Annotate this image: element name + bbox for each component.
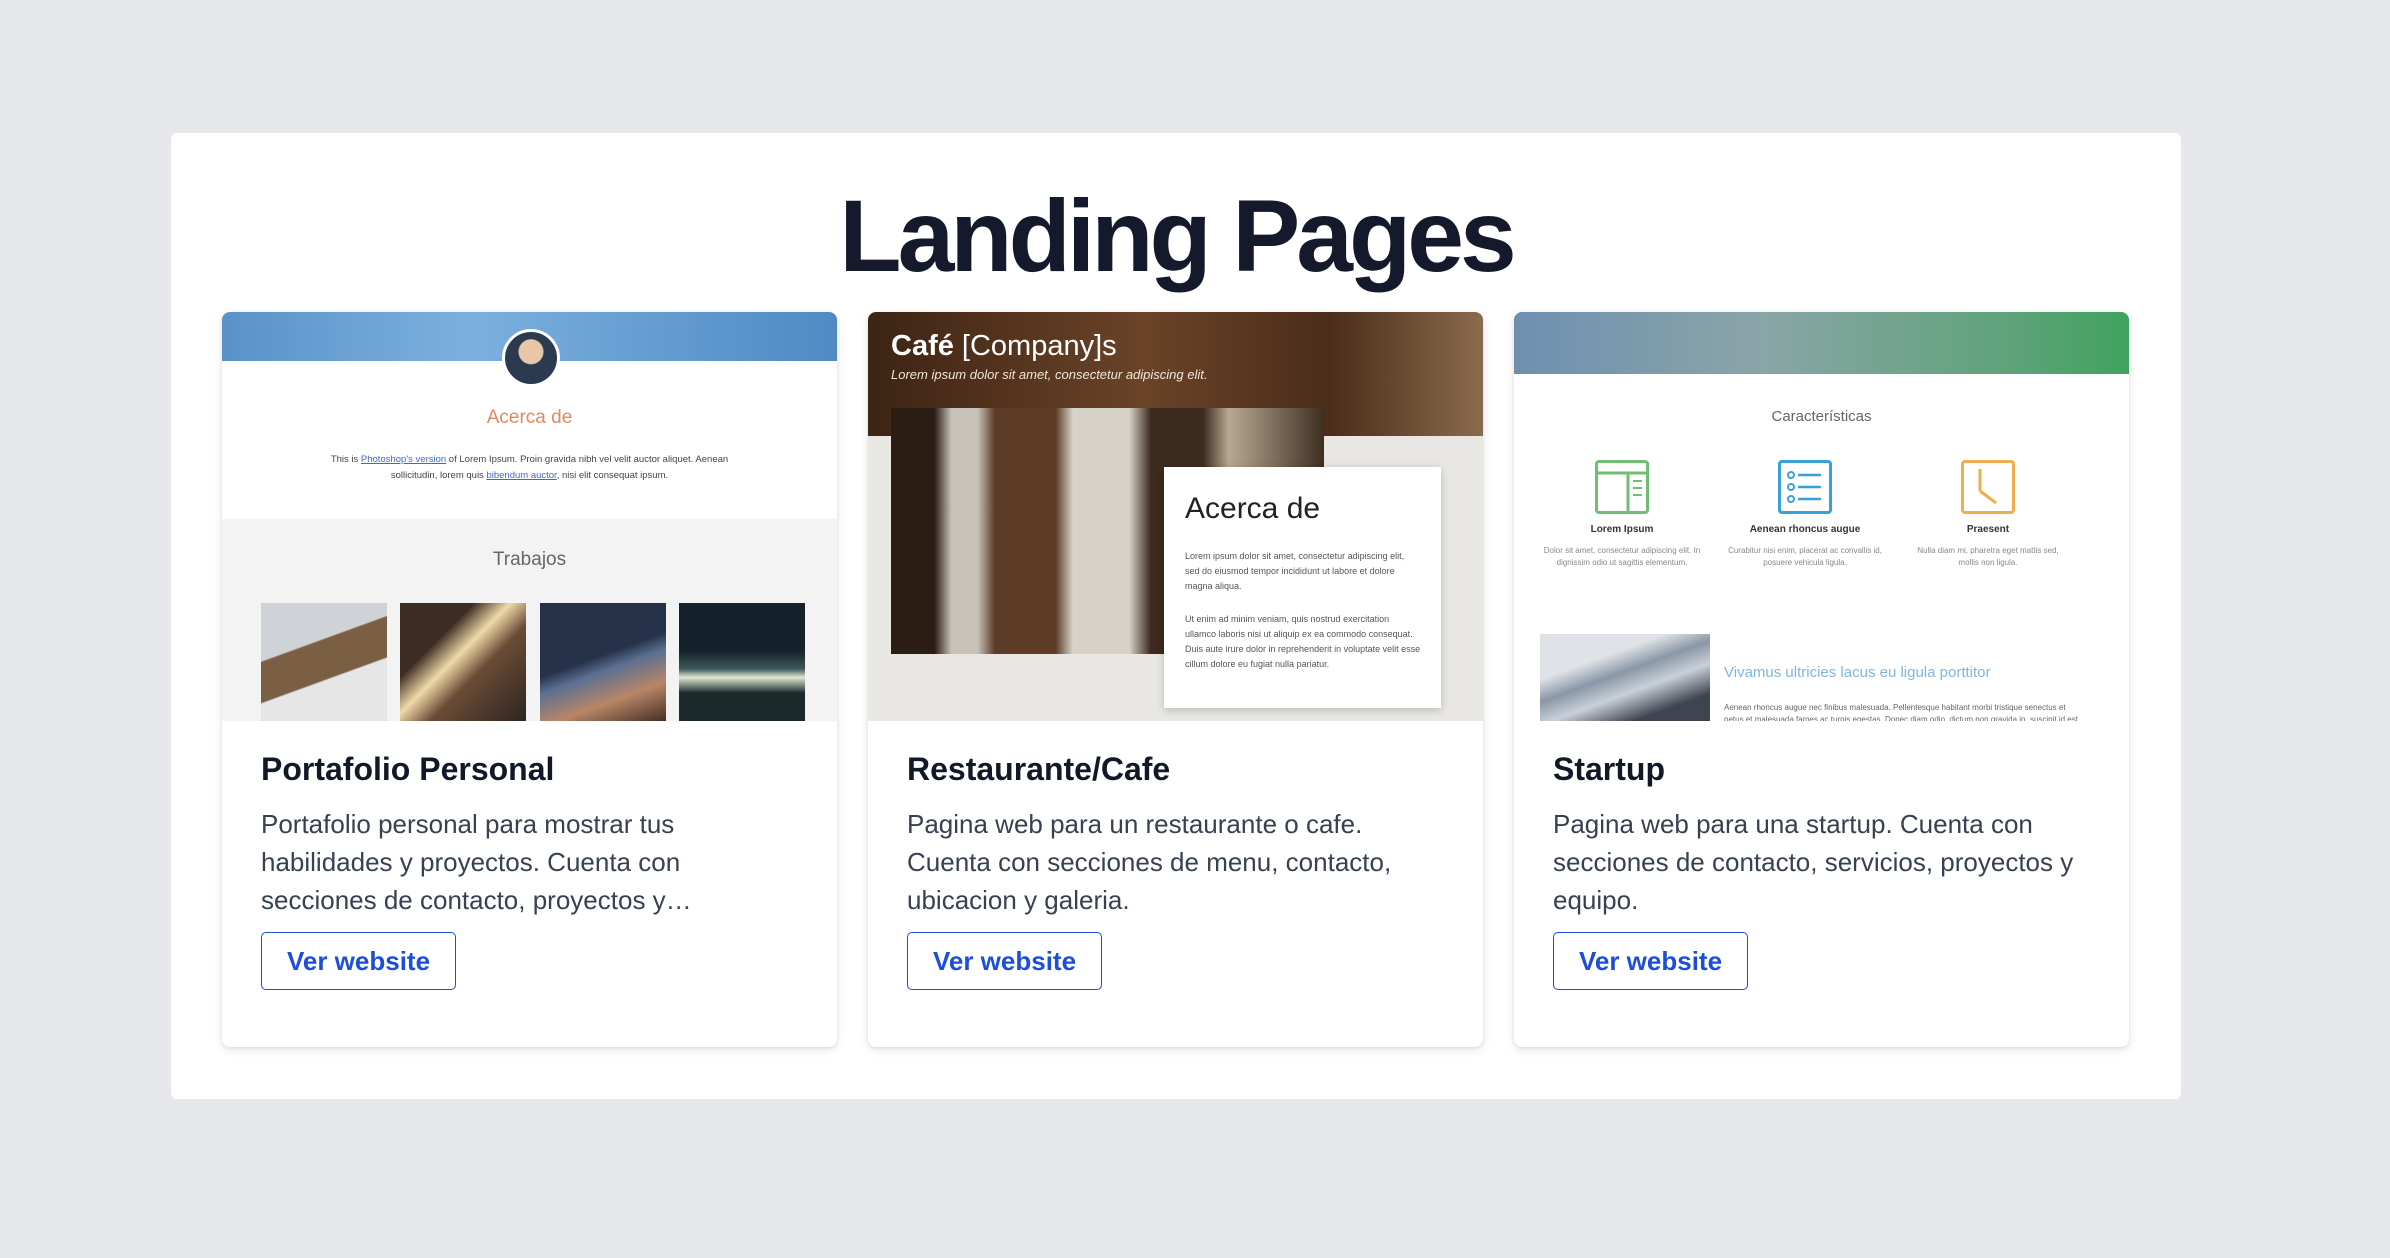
card-description: Pagina web para un restaurante o cafe. C… <box>907 809 1392 915</box>
preview-feature: Praesent Nulla diam mi, pharetra eget ma… <box>1908 460 2068 569</box>
preview-link: bibendum auctor <box>486 470 557 481</box>
card-description: Portafolio personal para mostrar tus hab… <box>261 809 692 915</box>
preview-feature-desc: Nulla diam mi, pharetra eget mattis sed,… <box>1917 546 2059 567</box>
work-thumbnail-desk <box>261 603 387 721</box>
card-startup: Características Lorem Ipsum Dolor sit am… <box>1514 312 2129 1047</box>
browser-icon <box>1595 460 1649 514</box>
preview-text-part: This is <box>330 454 361 465</box>
card-body: Restaurante/Cafe Pagina web para un rest… <box>907 721 1448 990</box>
card-title: Portafolio Personal <box>261 751 555 787</box>
card-body: Portafolio Personal Portafolio personal … <box>261 721 802 990</box>
preview-about-paragraph: Ut enim ad minim veniam, quis nostrud ex… <box>1185 614 1421 669</box>
preview-about-card: Acerca de Lorem ipsum dolor sit amet, co… <box>1164 467 1441 708</box>
page-title: Landing Pages <box>839 179 1516 293</box>
preview-about-title: Acerca de <box>486 407 573 428</box>
card-preview-image: Acerca de This is Photoshop's version of… <box>222 312 837 721</box>
card-description: Pagina web para una startup. Cuenta con … <box>1553 809 2074 915</box>
preview-link-title: Vivamus ultricies lacus eu ligula portti… <box>1724 664 1991 681</box>
ver-website-button[interactable]: Ver website <box>907 932 1102 990</box>
list-icon <box>1778 460 1832 514</box>
preview-feature-desc: Curabitur nisi enim, placerat ac convall… <box>1728 546 1882 567</box>
preview-about-paragraph: Lorem ipsum dolor sit amet, consectetur … <box>1185 551 1405 591</box>
preview-brand-bold: Café <box>891 330 954 362</box>
preview-tagline: Lorem ipsum dolor sit amet, consectetur … <box>891 367 1208 382</box>
preview-link: Photoshop's version <box>360 454 447 465</box>
preview-feature-desc: Dolor sit amet, consectetur adipiscing e… <box>1543 546 1701 567</box>
work-thumbnail-laptop <box>540 603 666 721</box>
work-thumbnail-city <box>679 603 805 721</box>
work-thumbnail-rails <box>400 603 526 721</box>
ver-website-button[interactable]: Ver website <box>1553 932 1748 990</box>
preview-works-section: Trabajos <box>222 519 837 721</box>
card-restaurante-cafe: Café [Company]s Lorem ipsum dolor sit am… <box>868 312 1483 1047</box>
card-title: Startup <box>1553 751 1665 787</box>
card-portafolio-personal: Acerca de This is Photoshop's version of… <box>222 312 837 1047</box>
card-preview-image: Características Lorem Ipsum Dolor sit am… <box>1514 312 2129 721</box>
preview-brand-rest: [Company]s <box>953 330 1117 362</box>
clock-icon <box>1961 460 2015 514</box>
preview-works-title: Trabajos <box>492 549 567 570</box>
preview-brand: Café [Company]s <box>891 330 1117 363</box>
landing-pages-panel: Landing Pages Acerca de This is Photosho… <box>171 133 2181 1099</box>
preview-about-title: Acerca de <box>1185 492 1321 525</box>
preview-header-banner <box>1514 312 2129 374</box>
preview-feature: Aenean rhoncus augue Curabitur nisi enim… <box>1725 460 1885 569</box>
preview-feature: Lorem Ipsum Dolor sit amet, consectetur … <box>1542 460 1702 569</box>
preview-laptop-photo <box>1540 634 1710 721</box>
preview-text-part: , nisi elit consequat ipsum. <box>556 470 669 481</box>
card-title: Restaurante/Cafe <box>907 751 1171 787</box>
preview-feature-name: Lorem Ipsum <box>1590 524 1654 535</box>
avatar <box>502 329 560 387</box>
preview-feature-name: Aenean rhoncus augue <box>1749 524 1861 535</box>
ver-website-button[interactable]: Ver website <box>261 932 456 990</box>
card-body: Startup Pagina web para una startup. Cue… <box>1553 721 2094 990</box>
preview-feature-name: Praesent <box>1966 524 2010 535</box>
preview-small-text: Aenean rhoncus augue nec finibus malesua… <box>1724 703 2081 721</box>
preview-about-text: This is Photoshop's version of Lorem Ips… <box>322 452 737 484</box>
preview-features-title: Características <box>1771 408 1872 425</box>
card-preview-image: Café [Company]s Lorem ipsum dolor sit am… <box>868 312 1483 721</box>
